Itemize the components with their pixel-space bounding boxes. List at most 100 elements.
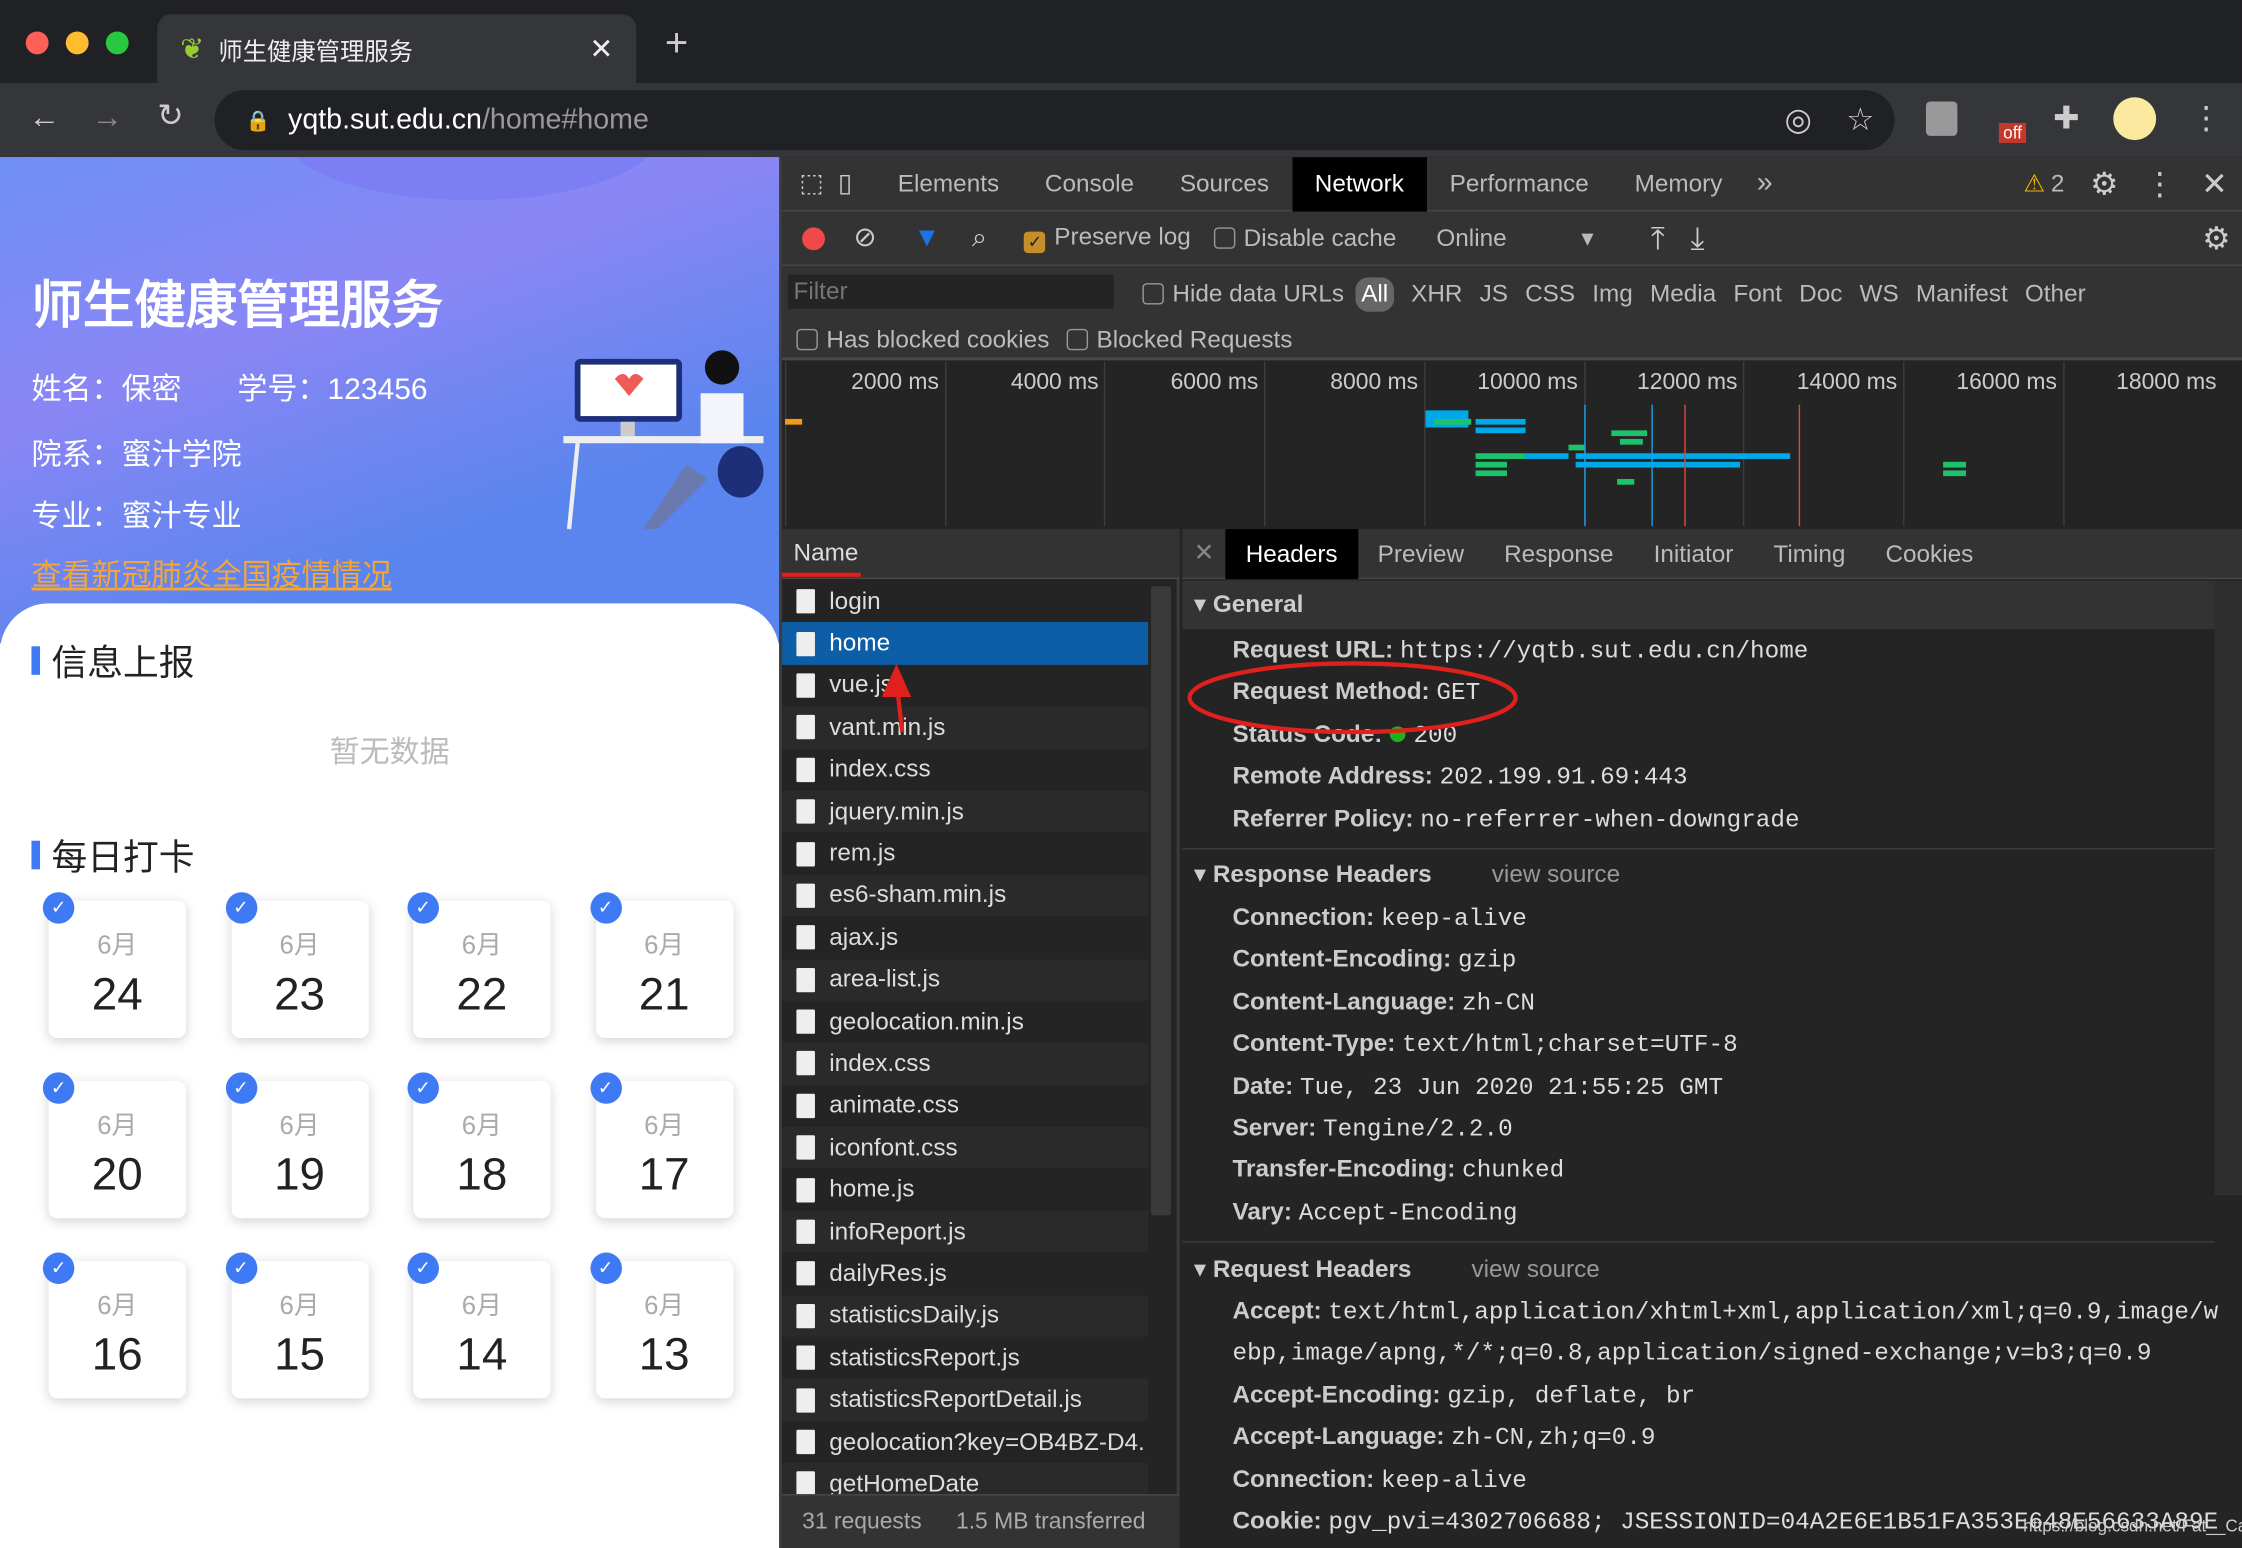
- minimize-window-button[interactable]: [65, 31, 89, 55]
- settings-icon[interactable]: ⚙: [2090, 165, 2118, 202]
- hide-data-urls-checkbox[interactable]: Hide data URLs: [1142, 280, 1344, 309]
- request-row[interactable]: login: [782, 580, 1148, 622]
- tab-elements[interactable]: Elements: [875, 157, 1022, 211]
- extension-icon[interactable]: [1925, 101, 1958, 136]
- checkin-day-card[interactable]: ✓ 6月 14: [407, 1252, 551, 1399]
- tab-performance[interactable]: Performance: [1427, 157, 1612, 211]
- import-har-icon[interactable]: ⤒: [1651, 219, 1665, 256]
- request-row[interactable]: geolocation.min.js: [782, 1001, 1148, 1043]
- tab-network[interactable]: Network: [1291, 156, 1427, 211]
- view-source-link[interactable]: view source: [1492, 861, 1620, 890]
- checkin-day-card[interactable]: ✓ 6月 18: [407, 1072, 551, 1219]
- close-devtools-icon[interactable]: ✕: [2201, 165, 2227, 202]
- more-options-icon[interactable]: ⋮: [2144, 165, 2175, 202]
- request-row[interactable]: index.css: [782, 749, 1148, 791]
- detail-tab-initiator[interactable]: Initiator: [1634, 529, 1754, 578]
- type-filter-media[interactable]: Media: [1650, 280, 1716, 309]
- request-row[interactable]: area-list.js: [782, 958, 1149, 1001]
- detail-tab-cookies[interactable]: Cookies: [1865, 529, 1993, 578]
- forward-icon[interactable]: →: [92, 99, 123, 136]
- request-row[interactable]: statisticsReportDetail.js: [782, 1378, 1149, 1421]
- type-filter-font[interactable]: Font: [1733, 280, 1782, 309]
- preserve-log-checkbox[interactable]: ✓ Preserve log: [1024, 223, 1191, 254]
- record-button[interactable]: [802, 226, 825, 250]
- checkin-day-card[interactable]: ✓ 6月 22: [407, 892, 551, 1039]
- type-filter-manifest[interactable]: Manifest: [1916, 280, 2008, 309]
- network-overview-timeline[interactable]: 2000 ms 4000 ms 6000 ms 8000 ms 10000 ms 1200…: [782, 361, 2242, 527]
- tab-memory[interactable]: Memory: [1612, 157, 1746, 211]
- blocked-requests-checkbox[interactable]: Blocked Requests: [1066, 326, 1292, 355]
- checkin-day-card[interactable]: ✓ 6月 15: [225, 1252, 369, 1399]
- throttle-select[interactable]: Online ▾: [1436, 224, 1593, 253]
- type-filter-ws[interactable]: WS: [1860, 280, 1899, 309]
- filter-input[interactable]: [787, 274, 1114, 309]
- filter-icon[interactable]: ▼: [914, 222, 941, 253]
- disable-cache-checkbox[interactable]: Disable cache: [1213, 224, 1396, 253]
- device-toolbar-icon[interactable]: ▯: [838, 169, 852, 199]
- reload-icon[interactable]: ↻: [157, 97, 183, 134]
- checkin-day-card[interactable]: ✓ 6月 17: [589, 1072, 733, 1219]
- star-icon[interactable]: ☆: [1846, 102, 1874, 139]
- export-har-icon[interactable]: ⤓: [1690, 219, 1704, 256]
- tab-console[interactable]: Console: [1022, 157, 1157, 211]
- close-window-button[interactable]: [25, 31, 49, 55]
- view-source-link[interactable]: view source: [1471, 1255, 1599, 1284]
- request-row[interactable]: infoReport.js: [782, 1210, 1149, 1253]
- request-row[interactable]: vue.js: [782, 665, 1148, 707]
- request-row[interactable]: iconfont.css: [782, 1126, 1149, 1169]
- request-row[interactable]: home.js: [782, 1169, 1148, 1211]
- location-icon[interactable]: ◎: [1784, 102, 1811, 139]
- search-icon[interactable]: ⌕: [972, 222, 987, 253]
- maximize-window-button[interactable]: [105, 31, 129, 55]
- tab-sources[interactable]: Sources: [1157, 157, 1292, 211]
- inspect-element-icon[interactable]: ⬚: [799, 169, 823, 199]
- checkin-day-card[interactable]: ✓ 6月 16: [42, 1252, 186, 1399]
- request-row[interactable]: statisticsDaily.js: [782, 1294, 1149, 1337]
- request-row[interactable]: rem.js: [782, 833, 1148, 875]
- type-filter-all[interactable]: All: [1355, 277, 1394, 312]
- checkin-day-card[interactable]: ✓ 6月 24: [42, 892, 186, 1039]
- request-row[interactable]: geolocation?key=OB4BZ-D4.: [782, 1421, 1148, 1463]
- checkin-day-card[interactable]: ✓ 6月 23: [225, 892, 369, 1039]
- warning-icon[interactable]: ⚠: [2023, 169, 2045, 198]
- checkin-day-card[interactable]: ✓ 6月 19: [225, 1072, 369, 1219]
- detail-tab-preview[interactable]: Preview: [1358, 529, 1484, 578]
- request-row[interactable]: vant.min.js: [782, 706, 1149, 749]
- name-column-header[interactable]: Name: [782, 529, 1180, 580]
- request-row[interactable]: statisticsReport.js: [782, 1337, 1148, 1379]
- response-headers-toggle[interactable]: ▾ Response Headers view source: [1182, 847, 2215, 897]
- close-details-icon[interactable]: ✕: [1182, 539, 1225, 568]
- type-filter-other[interactable]: Other: [2025, 280, 2086, 309]
- request-row[interactable]: ajax.js: [782, 917, 1148, 959]
- type-filter-doc[interactable]: Doc: [1799, 280, 1842, 309]
- request-row[interactable]: dailyRes.js: [782, 1253, 1148, 1295]
- detail-tab-timing[interactable]: Timing: [1753, 529, 1865, 578]
- close-tab-icon[interactable]: ✕: [589, 31, 613, 67]
- request-row[interactable]: jquery.min.js: [782, 790, 1149, 833]
- back-icon[interactable]: ←: [29, 99, 60, 136]
- general-section-toggle[interactable]: ▾ General: [1182, 580, 2215, 630]
- clear-icon[interactable]: ⊘: [854, 222, 877, 255]
- detail-tab-response[interactable]: Response: [1484, 529, 1634, 578]
- new-tab-button[interactable]: +: [665, 20, 688, 66]
- extension-off-badge[interactable]: off: [1998, 122, 2027, 143]
- type-filter-img[interactable]: Img: [1592, 280, 1633, 309]
- checkin-day-card[interactable]: ✓ 6月 20: [42, 1072, 186, 1219]
- network-settings-icon[interactable]: ⚙: [2202, 219, 2230, 256]
- request-row[interactable]: animate.css: [782, 1085, 1148, 1127]
- browser-tab[interactable]: ❦ 师生健康管理服务 ✕: [157, 14, 637, 83]
- more-tabs-icon[interactable]: »: [1757, 167, 1773, 200]
- avatar[interactable]: [2113, 97, 2157, 141]
- type-filter-xhr[interactable]: XHR: [1411, 280, 1462, 309]
- request-headers-toggle[interactable]: ▾ Request Headers view source: [1182, 1241, 2215, 1290]
- request-row[interactable]: home: [782, 622, 1149, 665]
- warning-count[interactable]: 2: [2051, 169, 2065, 198]
- puzzle-extensions-icon[interactable]: ✚: [2053, 100, 2079, 137]
- checkin-day-card[interactable]: ✓ 6月 21: [589, 892, 733, 1039]
- epidemic-link[interactable]: 查看新冠肺炎全国疫情情况: [31, 552, 391, 595]
- menu-icon[interactable]: ⋮: [2190, 100, 2221, 137]
- checkin-day-card[interactable]: ✓ 6月 13: [589, 1252, 733, 1399]
- has-blocked-cookies-checkbox[interactable]: Has blocked cookies: [796, 326, 1049, 355]
- request-row[interactable]: es6-sham.min.js: [782, 874, 1149, 917]
- details-scrollbar[interactable]: [2214, 580, 2242, 1196]
